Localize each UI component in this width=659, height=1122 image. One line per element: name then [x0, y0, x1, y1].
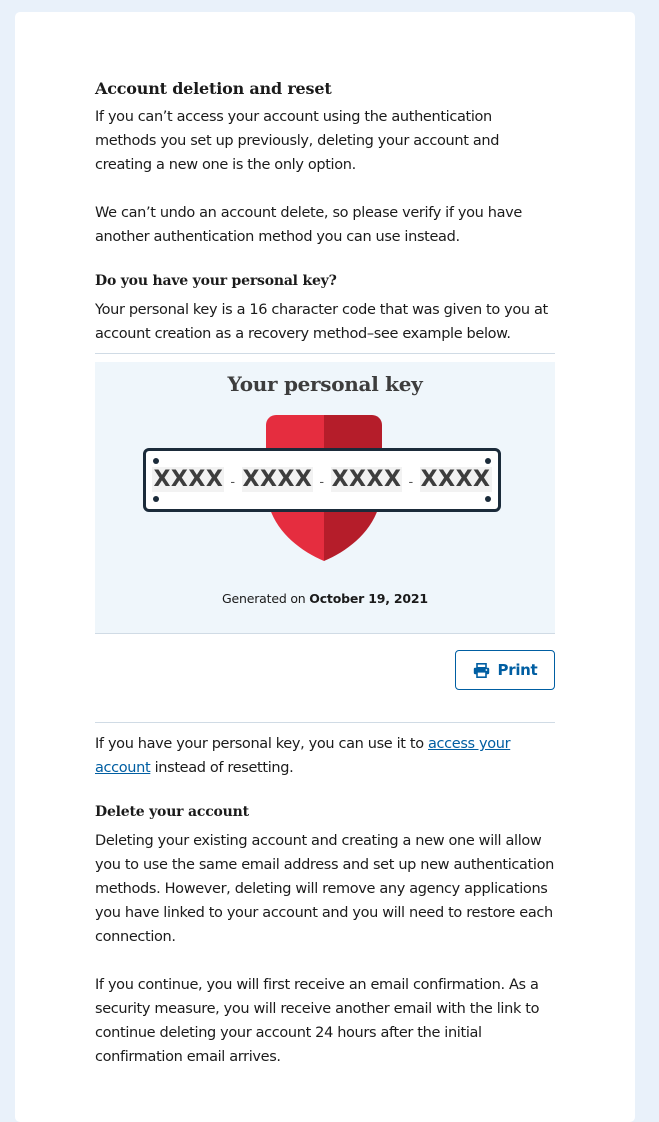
- personal-key-code: XXXX - XXXX - XXXX - XXXX: [146, 467, 498, 492]
- key-segment: XXXX: [419, 467, 492, 492]
- content-card: Account deletion and reset If you can’t …: [15, 12, 635, 1122]
- personal-key-example-title: Your personal key: [227, 372, 423, 396]
- generated-date-value: October 19, 2021: [309, 591, 428, 606]
- personal-key-heading: Do you have your personal key?: [95, 273, 337, 289]
- key-segment: XXXX: [241, 467, 314, 492]
- warning-text: We can’t undo an account delete, so plea…: [95, 205, 522, 245]
- key-separator: -: [230, 475, 236, 490]
- printer-icon: [473, 662, 489, 678]
- print-button[interactable]: Print: [455, 650, 555, 690]
- generated-date: Generated on October 19, 2021: [95, 591, 555, 606]
- plate-bolt-icon: [153, 458, 159, 464]
- key-separator: -: [319, 475, 325, 490]
- delete-paragraph-1: Deleting your existing account and creat…: [95, 833, 554, 945]
- divider: [95, 633, 555, 634]
- access-account-text: If you have your personal key, you can u…: [95, 732, 555, 780]
- access-prefix: If you have your personal key, you can u…: [95, 736, 424, 752]
- personal-key-plate: XXXX - XXXX - XXXX - XXXX: [143, 448, 501, 512]
- delete-account-heading: Delete your account: [95, 804, 249, 820]
- delete-paragraph-2: If you continue, you will first receive …: [95, 977, 540, 1065]
- page-title: Account deletion and reset: [95, 79, 332, 98]
- access-suffix: instead of resetting.: [154, 760, 294, 776]
- personal-key-description: Your personal key is a 16 character code…: [95, 302, 548, 342]
- intro-text: If you can’t access your account using t…: [95, 109, 500, 173]
- key-segment: XXXX: [330, 467, 403, 492]
- key-segment: XXXX: [152, 467, 225, 492]
- generated-prefix: Generated on: [222, 591, 306, 606]
- divider: [95, 722, 555, 723]
- print-label: Print: [497, 661, 538, 679]
- key-separator: -: [408, 475, 414, 490]
- plate-bolt-icon: [485, 458, 491, 464]
- plate-bolt-icon: [153, 496, 159, 502]
- divider: [95, 353, 555, 354]
- personal-key-example: Your personal key XXXX - XXXX - XXXX - XXXX Ge…: [95, 362, 555, 633]
- plate-bolt-icon: [485, 496, 491, 502]
